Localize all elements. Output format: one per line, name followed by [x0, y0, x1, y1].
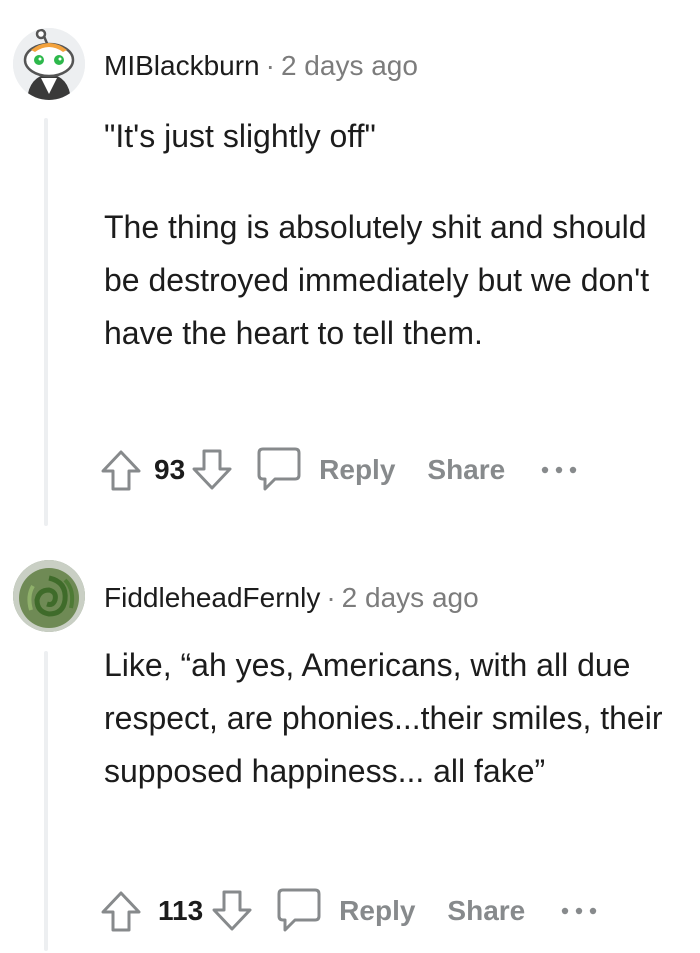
- reply-button[interactable]: Reply: [339, 895, 415, 927]
- meta-separator: ·: [265, 50, 275, 81]
- arrow-up-icon[interactable]: [98, 447, 144, 493]
- comment-body: "It's just slightly off" The thing is ab…: [104, 110, 684, 360]
- username[interactable]: MIBlackburn: [104, 50, 260, 81]
- ellipsis-icon[interactable]: [559, 905, 599, 917]
- avatar[interactable]: [13, 560, 85, 632]
- share-button[interactable]: Share: [427, 454, 505, 486]
- comment-paragraph: Like, “ah yes, Americans, with all due r…: [104, 647, 663, 789]
- arrow-down-icon[interactable]: [189, 447, 235, 493]
- comment-meta: FiddleheadFernly · 2 days ago: [104, 581, 479, 615]
- timestamp[interactable]: 2 days ago: [342, 582, 479, 613]
- comment-actions: 113 Reply Share: [98, 886, 599, 936]
- reply-button[interactable]: Reply: [319, 454, 395, 486]
- comment-actions: 93 Reply Share: [98, 445, 579, 495]
- comment: MIBlackburn · 2 days ago "It's just slight…: [0, 0, 700, 530]
- ellipsis-icon[interactable]: [539, 464, 579, 476]
- comment-body: Like, “ah yes, Americans, with all due r…: [104, 639, 684, 798]
- meta-separator: ·: [326, 582, 336, 613]
- comment: FiddleheadFernly · 2 days ago Like, “ah ye…: [0, 548, 700, 953]
- username[interactable]: FiddleheadFernly: [104, 582, 320, 613]
- speech-bubble-icon[interactable]: [253, 445, 305, 495]
- thread-line[interactable]: [44, 651, 48, 951]
- arrow-down-icon[interactable]: [209, 888, 255, 934]
- comment-meta: MIBlackburn · 2 days ago: [104, 49, 418, 83]
- comment-paragraph: "It's just slightly off": [104, 118, 376, 154]
- share-button[interactable]: Share: [447, 895, 525, 927]
- thread-line[interactable]: [44, 118, 48, 526]
- avatar[interactable]: [13, 28, 85, 100]
- vote-score: 93: [154, 454, 186, 485]
- timestamp[interactable]: 2 days ago: [281, 50, 418, 81]
- speech-bubble-icon[interactable]: [273, 886, 325, 936]
- arrow-up-icon[interactable]: [98, 888, 144, 934]
- comment-paragraph: The thing is absolutely shit and should …: [104, 209, 650, 351]
- vote-score: 113: [158, 895, 204, 926]
